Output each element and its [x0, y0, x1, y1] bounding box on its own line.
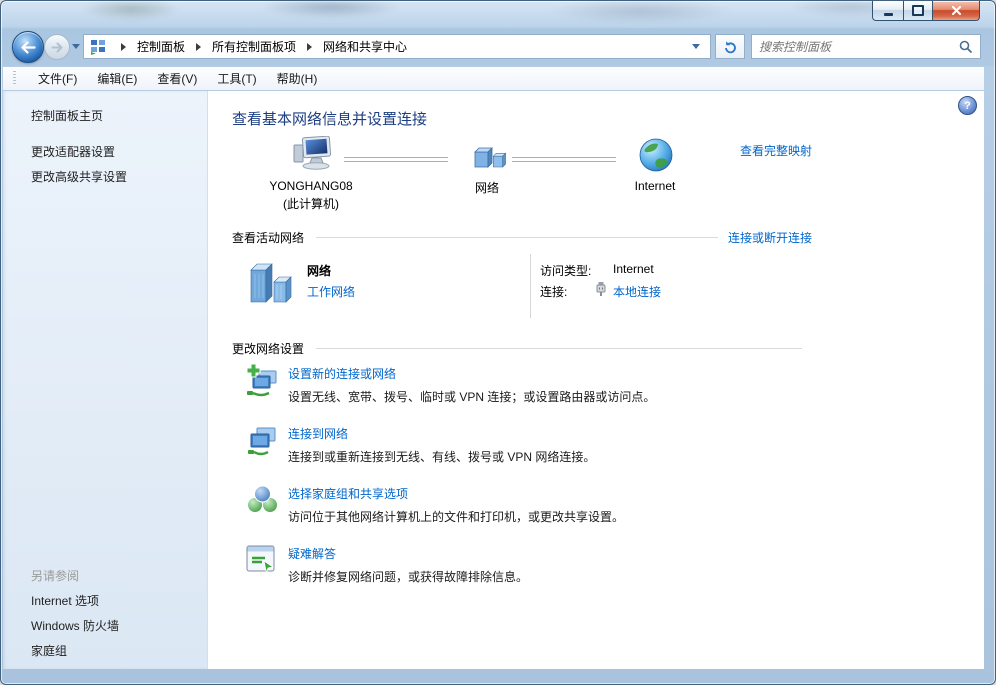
task-homegroup-sharing: 选择家庭组和共享选项 访问位于其他网络计算机上的文件和打印机，或更改共享设置。	[232, 485, 812, 525]
sidebar-item-change-advanced-sharing[interactable]: 更改高级共享设置	[31, 168, 127, 185]
search-box	[751, 34, 981, 59]
menu-help[interactable]: 帮助(H)	[267, 67, 328, 90]
back-button[interactable]	[12, 31, 44, 63]
close-icon	[951, 5, 961, 15]
task-connect-to-network: 连接到网络 连接到或重新连接到无线、有线、拨号或 VPN 网络连接。	[232, 425, 812, 465]
refresh-button[interactable]	[715, 34, 745, 59]
window-controls	[872, 1, 980, 21]
menu-file[interactable]: 文件(F)	[28, 67, 87, 90]
chevron-down-icon	[692, 44, 700, 49]
breadcrumb-arrow-icon	[121, 42, 126, 51]
access-type-label: 访问类型:	[540, 264, 592, 278]
address-dropdown-button[interactable]	[688, 42, 704, 51]
menu-bar: 文件(F) 编辑(E) 查看(V) 工具(T) 帮助(H)	[3, 67, 984, 90]
sidebar-item-windows-firewall[interactable]: Windows 防火墙	[31, 617, 119, 634]
sidebar-item-change-adapter-settings[interactable]: 更改适配器设置	[31, 143, 115, 160]
network-map: YONGHANG08 (此计算机) 网络 Internet 查看完整映射	[232, 133, 812, 219]
menu-tools[interactable]: 工具(T)	[207, 67, 266, 90]
breadcrumb-item-all-items[interactable]: 所有控制面板项	[209, 37, 299, 56]
navigation-bar: 控制面板 所有控制面板项 网络和共享中心	[1, 28, 995, 67]
task-setup-new-connection: 设置新的连接或网络 设置无线、宽带、拨号、临时或 VPN 连接；或设置路由器或访…	[232, 363, 812, 405]
connections-label: 连接:	[540, 285, 568, 299]
panel-divider	[530, 254, 531, 318]
network-sharing-center-icon	[91, 39, 105, 55]
breadcrumb: 控制面板 所有控制面板项 网络和共享中心	[83, 34, 711, 59]
troubleshoot-link[interactable]: 疑难解答	[288, 545, 336, 562]
active-networks-header-row: 查看活动网络 连接或断开连接	[232, 229, 812, 246]
homegroup-sharing-desc: 访问位于其他网络计算机上的文件和打印机，或更改共享设置。	[288, 510, 625, 524]
menu-edit[interactable]: 编辑(E)	[87, 67, 147, 90]
local-area-connection-link[interactable]: 本地连接	[613, 283, 661, 300]
setup-new-connection-desc: 设置无线、宽带、拨号、临时或 VPN 连接；或设置路由器或访问点。	[288, 390, 656, 404]
sidebar-item-homegroup[interactable]: 家庭组	[31, 642, 67, 659]
maximize-button[interactable]	[904, 1, 932, 21]
sidebar-item-control-panel-home[interactable]: 控制面板主页	[31, 107, 103, 124]
connect-to-network-icon	[248, 427, 276, 456]
new-connection-icon	[246, 363, 277, 397]
section-divider-line	[316, 348, 802, 349]
main-pane: ? 查看基本网络信息并设置连接 YONGHANG08 (此计算机) 网络 Int…	[208, 91, 984, 669]
network-map-label[interactable]: 网络	[412, 179, 562, 196]
section-divider-line	[316, 237, 718, 238]
refresh-icon	[724, 40, 736, 53]
app-window: 控制面板 所有控制面板项 网络和共享中心 文件(F) 编辑(E) 查看(V) 工…	[0, 0, 996, 685]
menu-view[interactable]: 查看(V)	[147, 67, 207, 90]
computer-name-label[interactable]: YONGHANG08	[236, 179, 386, 193]
active-network-panel: 网络 工作网络 访问类型: Internet 连接: 本地连接	[232, 252, 812, 324]
network-icon[interactable]	[469, 142, 511, 172]
troubleshoot-desc: 诊断并修复网络问题，或获得故障排除信息。	[288, 570, 529, 584]
connect-to-network-link[interactable]: 连接到网络	[288, 425, 348, 442]
sidebar-item-internet-options[interactable]: Internet 选项	[31, 592, 99, 609]
help-button[interactable]: ?	[958, 96, 977, 115]
active-networks-header: 查看活动网络	[232, 231, 305, 245]
breadcrumb-item-network-sharing-center[interactable]: 网络和共享中心	[320, 37, 410, 56]
content-area: 控制面板主页 更改适配器设置 更改高级共享设置 另请参阅 Internet 选项…	[3, 90, 984, 669]
internet-map-label[interactable]: Internet	[580, 179, 730, 193]
minimize-button[interactable]	[872, 1, 904, 21]
active-network-name: 网络	[307, 264, 332, 278]
search-icon[interactable]	[959, 40, 980, 53]
work-network-link[interactable]: 工作网络	[307, 283, 355, 300]
forward-arrow-icon	[51, 42, 62, 52]
computer-icon[interactable]	[291, 136, 333, 172]
page-title: 查看基本网络信息并设置连接	[232, 111, 428, 128]
breadcrumb-item-control-panel[interactable]: 控制面板	[134, 37, 188, 56]
chevron-down-icon	[72, 44, 80, 49]
see-also-header: 另请参阅	[31, 569, 80, 583]
access-type-value: Internet	[613, 262, 654, 276]
forward-button[interactable]	[44, 34, 70, 60]
network-settings-tasks: 设置新的连接或网络 设置无线、宽带、拨号、临时或 VPN 连接；或设置路由器或访…	[232, 363, 812, 585]
view-full-map-link[interactable]: 查看完整映射	[740, 142, 812, 159]
search-input[interactable]	[752, 39, 959, 54]
task-troubleshoot: 疑难解答 诊断并修复网络问题，或获得故障排除信息。	[232, 545, 812, 585]
maximize-icon	[912, 5, 924, 16]
breadcrumb-arrow-icon	[307, 42, 313, 51]
internet-globe-icon[interactable]	[638, 137, 674, 173]
sidebar: 控制面板主页 更改适配器设置 更改高级共享设置 另请参阅 Internet 选项…	[3, 91, 208, 669]
network-settings-header: 更改网络设置	[232, 342, 305, 356]
work-network-buildings-icon[interactable]	[244, 254, 300, 310]
troubleshoot-icon	[246, 545, 275, 574]
setup-new-connection-link[interactable]: 设置新的连接或网络	[288, 365, 396, 382]
back-arrow-icon	[21, 40, 36, 54]
network-settings-header-row: 更改网络设置	[232, 340, 812, 357]
map-connector-line	[344, 157, 448, 162]
connect-to-network-desc: 连接到或重新连接到无线、有线、拨号或 VPN 网络连接。	[288, 450, 596, 464]
close-button[interactable]	[932, 1, 980, 21]
help-icon: ?	[964, 99, 971, 112]
computer-note-label: (此计算机)	[283, 197, 339, 211]
ethernet-plug-icon	[596, 282, 606, 296]
map-connector-line	[512, 157, 616, 162]
history-dropdown-button[interactable]	[72, 44, 80, 49]
menubar-grip	[13, 71, 16, 86]
homegroup-icon	[247, 485, 278, 513]
minimize-icon	[883, 12, 893, 16]
breadcrumb-arrow-icon	[196, 42, 202, 51]
connect-disconnect-link[interactable]: 连接或断开连接	[728, 229, 812, 246]
homegroup-sharing-link[interactable]: 选择家庭组和共享选项	[288, 485, 408, 502]
